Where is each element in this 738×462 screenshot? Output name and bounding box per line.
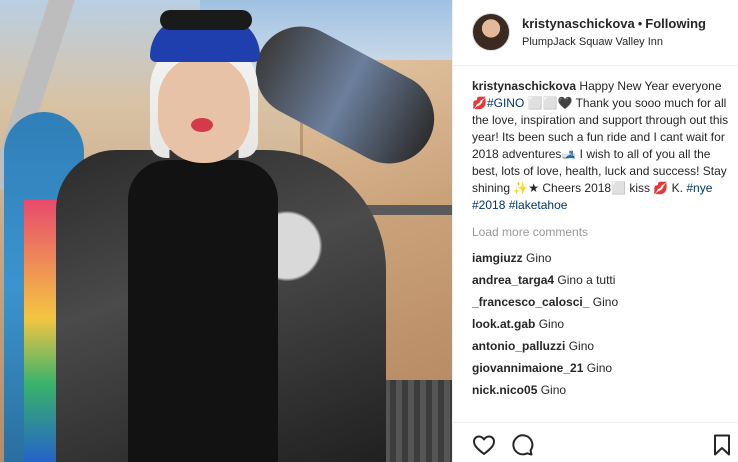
photo-snowboard-graphic bbox=[24, 200, 58, 462]
load-more-comments-link[interactable]: Load more comments bbox=[472, 224, 732, 241]
comment-username[interactable]: andrea_targa4 bbox=[472, 273, 554, 287]
comment-text: Gino bbox=[526, 251, 552, 265]
post-header: kristynaschickova • Following PlumpJack Sq… bbox=[453, 0, 738, 66]
post-side-panel: kristynaschickova • Following PlumpJack Sq… bbox=[452, 0, 738, 462]
comment-text: Gino bbox=[538, 317, 565, 331]
hashtag-gino[interactable]: #GINO bbox=[487, 96, 524, 110]
header-line: kristynaschickova • Following bbox=[522, 16, 706, 31]
post-actions-bar bbox=[453, 422, 738, 462]
comment-username[interactable]: iamgiuzz bbox=[472, 251, 523, 265]
comment-username[interactable]: _francesco_calosci_ bbox=[472, 295, 589, 309]
hashtag-2018[interactable]: #2018 bbox=[472, 198, 505, 212]
comments-section: kristynaschickova Happy New Year everyon… bbox=[472, 78, 732, 404]
comment-username[interactable]: nick.nico05 bbox=[472, 383, 537, 397]
comment-item: antonio_palluzzi Gino bbox=[472, 338, 732, 355]
hashtag-nye[interactable]: #nye bbox=[686, 181, 712, 195]
comment-item: iamgiuzz Gino bbox=[472, 250, 732, 267]
comment-item: giovannimaione_21 Gino bbox=[472, 360, 732, 377]
comment-text: Gino bbox=[568, 339, 595, 353]
caption-username[interactable]: kristynaschickova bbox=[472, 79, 576, 93]
comment-text: Gino a tutti bbox=[557, 273, 616, 287]
comment-username[interactable]: look.at.gab bbox=[472, 317, 535, 331]
comment-username[interactable]: giovannimaione_21 bbox=[472, 361, 583, 375]
header-separator: • bbox=[637, 16, 643, 31]
comment-username[interactable]: antonio_palluzzi bbox=[472, 339, 565, 353]
location-link[interactable]: PlumpJack Squaw Valley Inn bbox=[522, 36, 663, 48]
comment-item: look.at.gab Gino bbox=[472, 316, 732, 333]
comment-text: Gino bbox=[592, 295, 619, 309]
comment-text: Gino bbox=[540, 383, 567, 397]
bookmark-icon[interactable] bbox=[710, 433, 734, 457]
comment-item: andrea_targa4 Gino a tutti bbox=[472, 272, 732, 289]
comment-text: Gino bbox=[586, 361, 613, 375]
comment-bubble-icon[interactable] bbox=[510, 433, 534, 457]
photo-goggles bbox=[160, 10, 252, 30]
photo-lips bbox=[191, 118, 213, 132]
following-button[interactable]: Following bbox=[645, 16, 706, 31]
hashtag-laketahoe[interactable]: #laketahoe bbox=[509, 198, 568, 212]
comment-item: _francesco_calosci_ Gino bbox=[472, 294, 732, 311]
photo-face bbox=[158, 55, 250, 163]
comment-item: nick.nico05 Gino bbox=[472, 382, 732, 399]
photo-hoodie bbox=[128, 160, 278, 462]
avatar[interactable] bbox=[472, 13, 510, 51]
post-photo[interactable] bbox=[0, 0, 452, 462]
header-username[interactable]: kristynaschickova bbox=[522, 16, 635, 31]
post-caption: kristynaschickova Happy New Year everyon… bbox=[472, 78, 732, 214]
heart-icon[interactable] bbox=[472, 433, 496, 457]
